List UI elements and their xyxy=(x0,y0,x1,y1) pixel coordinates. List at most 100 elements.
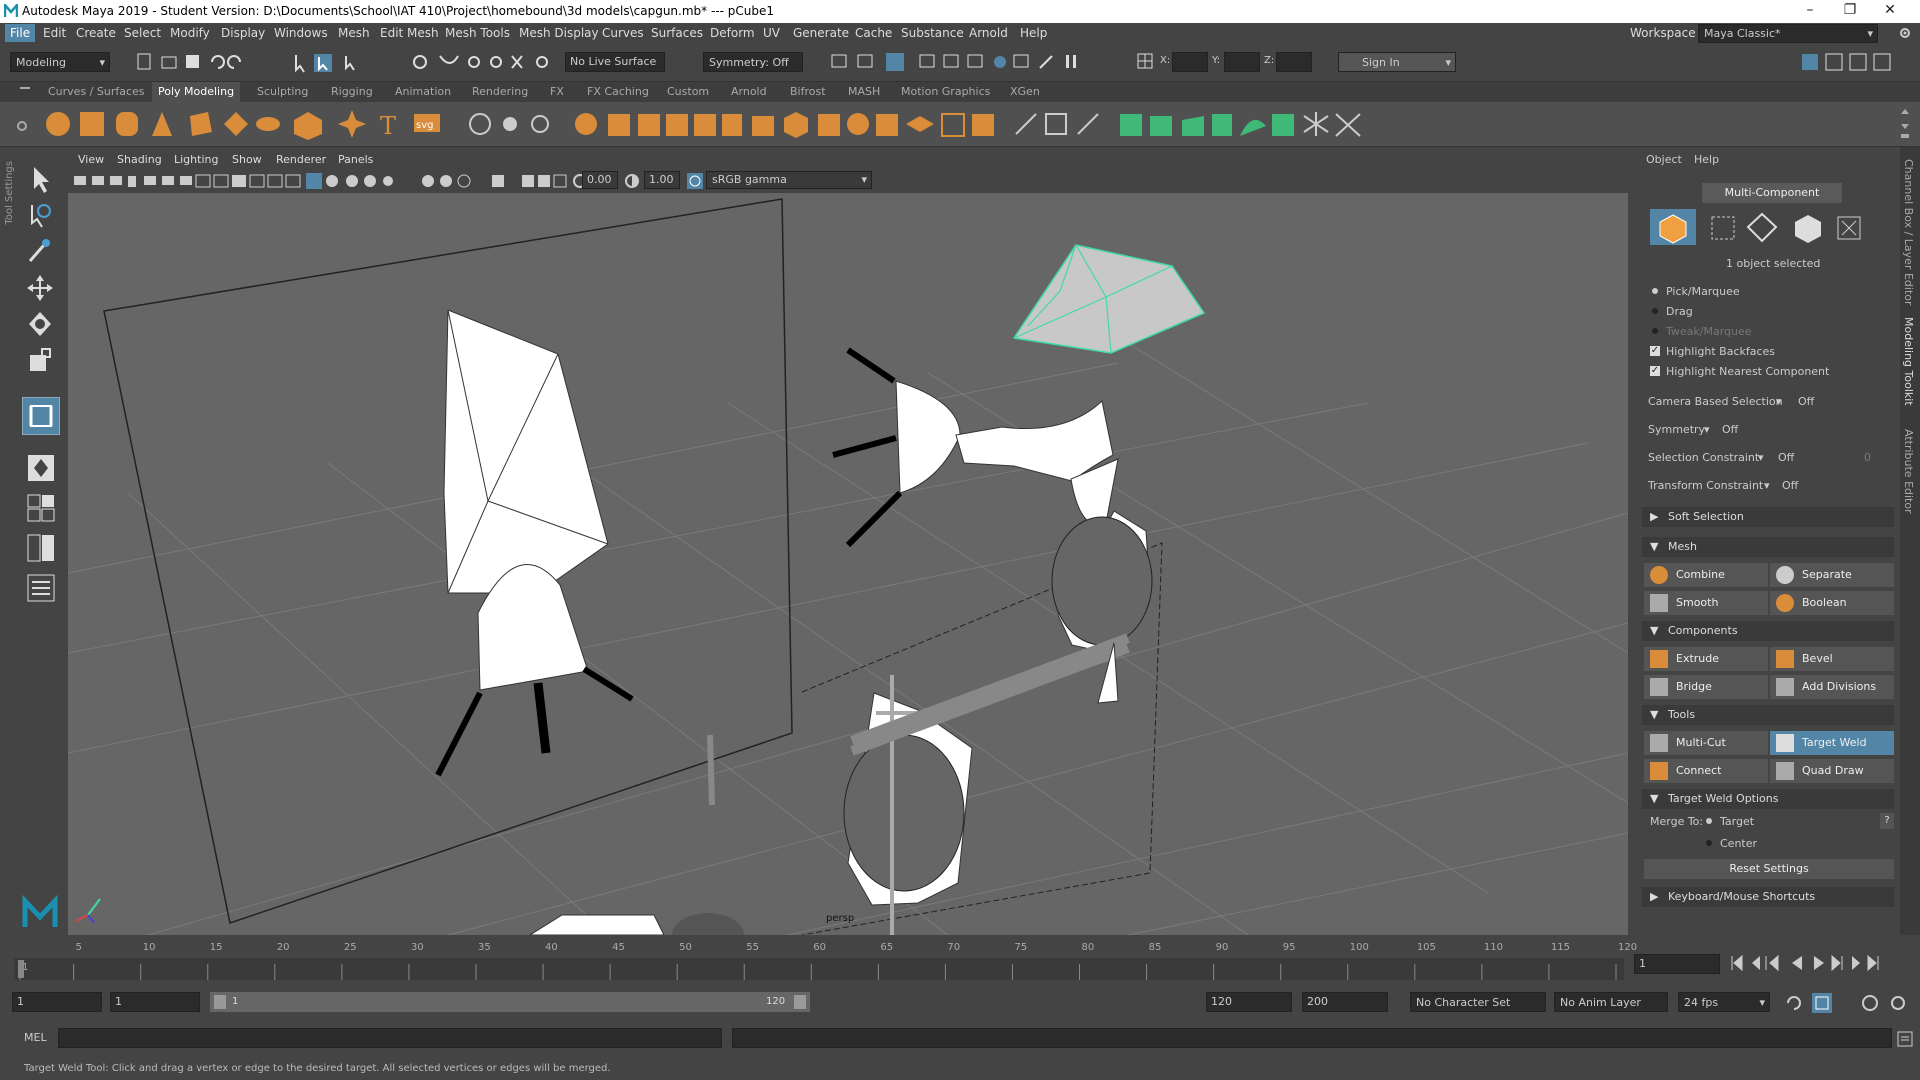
menu-help[interactable]: Help xyxy=(1020,26,1047,40)
tab-sculpting[interactable]: Sculpting xyxy=(257,85,308,98)
character-set-dropdown[interactable]: No Character Set xyxy=(1410,992,1546,1012)
maximize-button[interactable]: ❐ xyxy=(1836,2,1864,20)
x-field[interactable] xyxy=(1172,52,1208,72)
boolean-button[interactable]: Boolean xyxy=(1770,591,1894,615)
rp-menu-help[interactable]: Help xyxy=(1694,153,1719,166)
lasso-tool-icon[interactable] xyxy=(24,201,58,231)
menu-substance[interactable]: Substance xyxy=(901,26,964,40)
channel-box-tab[interactable]: Channel Box / Layer Editor xyxy=(1902,159,1915,306)
mel-label[interactable]: MEL xyxy=(24,1031,47,1044)
menu-mesh[interactable]: Mesh xyxy=(338,26,370,40)
symmetry-label[interactable]: Symmetry xyxy=(1648,423,1705,436)
soft-selection-header[interactable]: ▶ Soft Selection xyxy=(1642,507,1894,527)
rotate-tool-icon[interactable] xyxy=(24,309,58,339)
time-slider[interactable]: 1 1 5 10 15 20 25 30 35 40 45 50 55 60 65 70 75 80 85 90 95… xyxy=(0,940,1920,980)
menu-generate[interactable]: Generate xyxy=(793,26,849,40)
viewport-menu-shading[interactable]: Shading xyxy=(117,153,162,166)
camera-based-selection-label[interactable]: Camera Based Selection xyxy=(1648,395,1783,408)
tab-mash[interactable]: MASH xyxy=(848,85,880,98)
menu-display[interactable]: Display xyxy=(221,26,265,40)
viewport-menu-lighting[interactable]: Lighting xyxy=(174,153,218,166)
workspace-dropdown[interactable]: Maya Classic* ▾ xyxy=(1698,24,1878,43)
menu-deform[interactable]: Deform xyxy=(710,26,755,40)
chevron-down-icon[interactable]: ▾ xyxy=(1764,479,1770,492)
menu-modify[interactable]: Modify xyxy=(170,26,210,40)
chevron-down-icon[interactable]: ▾ xyxy=(1758,451,1764,464)
range-option-icons[interactable] xyxy=(1784,992,1914,1014)
selection-constraint-label[interactable]: Selection Constraint xyxy=(1648,451,1759,464)
target-weld-button[interactable]: Target Weld xyxy=(1770,731,1894,755)
close-button[interactable]: ✕ xyxy=(1876,2,1904,20)
menu-edit[interactable]: Edit xyxy=(43,26,66,40)
menu-file[interactable]: File xyxy=(5,24,36,42)
minimize-button[interactable]: – xyxy=(1796,2,1824,20)
tab-rigging[interactable]: Rigging xyxy=(331,85,373,98)
menu-create[interactable]: Create xyxy=(76,26,116,40)
gear-icon[interactable] xyxy=(1898,26,1912,40)
multi-cut-button[interactable]: Multi-Cut xyxy=(1644,731,1768,755)
multi-component-button[interactable]: Multi-Component xyxy=(1702,183,1842,203)
bevel-button[interactable]: Bevel xyxy=(1770,647,1894,671)
tab-rendering[interactable]: Rendering xyxy=(472,85,528,98)
range-bar[interactable]: 1 120 xyxy=(210,992,810,1012)
help-button[interactable]: ? xyxy=(1880,813,1894,829)
shelf-menu-icon[interactable] xyxy=(20,87,30,89)
extrude-button[interactable]: Extrude xyxy=(1644,647,1768,671)
fps-dropdown[interactable]: 24 fps ▾ xyxy=(1678,992,1770,1012)
add-divisions-button[interactable]: Add Divisions xyxy=(1770,675,1894,699)
viewport-menu-panels[interactable]: Panels xyxy=(338,153,373,166)
scale-tool-icon[interactable] xyxy=(24,345,58,375)
tab-custom[interactable]: Custom xyxy=(667,85,709,98)
viewport-menu-view[interactable]: View xyxy=(78,153,104,166)
tool-settings-tab[interactable]: Tool Settings xyxy=(4,161,15,225)
tab-poly-modeling[interactable]: Poly Modeling xyxy=(152,82,241,102)
menu-surfaces[interactable]: Surfaces xyxy=(651,26,703,40)
tab-fx-caching[interactable]: FX Caching xyxy=(587,85,649,98)
menu-cache[interactable]: Cache xyxy=(855,26,892,40)
merge-center-radio[interactable] xyxy=(1706,840,1712,846)
transform-constraint-label[interactable]: Transform Constraint xyxy=(1648,479,1763,492)
mesh-section-header[interactable]: ▼ Mesh xyxy=(1642,537,1894,557)
paint-select-tool-icon[interactable] xyxy=(24,237,58,267)
single-pane-layout-icon[interactable] xyxy=(26,453,56,483)
move-tool-icon[interactable] xyxy=(24,273,58,303)
tab-arnold[interactable]: Arnold xyxy=(731,85,767,98)
color-space-dropdown[interactable]: sRGB gamma ▾ xyxy=(706,171,872,189)
menu-uv[interactable]: UV xyxy=(763,26,780,40)
reset-settings-button[interactable]: Reset Settings xyxy=(1644,859,1894,879)
scene-canvas[interactable] xyxy=(68,193,1628,935)
merge-target-radio[interactable] xyxy=(1706,818,1712,824)
connect-button[interactable]: Connect xyxy=(1644,759,1768,783)
menu-mesh-display[interactable]: Mesh Display xyxy=(519,26,599,40)
tab-motion-graphics[interactable]: Motion Graphics xyxy=(901,85,990,98)
chevron-down-icon[interactable]: ▾ xyxy=(1776,395,1782,408)
symmetry-dropdown[interactable]: Symmetry: Off xyxy=(703,52,803,72)
y-field[interactable] xyxy=(1224,52,1260,72)
menu-edit-mesh[interactable]: Edit Mesh xyxy=(380,26,439,40)
animation-end-field[interactable]: 200 xyxy=(1302,992,1388,1012)
highlight-backfaces-checkbox[interactable]: ✓ xyxy=(1650,346,1660,356)
chevron-down-icon[interactable]: ▾ xyxy=(1704,423,1710,436)
drag-radio[interactable] xyxy=(1652,308,1658,314)
z-field[interactable] xyxy=(1276,52,1312,72)
tools-section-header[interactable]: ▼ Tools xyxy=(1642,705,1894,725)
tab-bifrost[interactable]: Bifrost xyxy=(790,85,826,98)
script-editor-icon[interactable] xyxy=(1896,1030,1914,1048)
rp-menu-object[interactable]: Object xyxy=(1646,153,1682,166)
panel-layout-icons[interactable] xyxy=(1800,52,1910,74)
gamma-field[interactable]: 1.00 xyxy=(644,171,680,189)
menuset-dropdown[interactable]: Modeling ▾ xyxy=(10,52,110,72)
playback-controls[interactable] xyxy=(1728,952,1918,974)
range-start-handle[interactable] xyxy=(214,995,226,1009)
two-pane-layout-icon[interactable] xyxy=(26,533,56,563)
tab-curves-surfaces[interactable]: Curves / Surfaces xyxy=(48,85,145,98)
snap-icons[interactable] xyxy=(410,52,560,74)
shelf-options-icon[interactable] xyxy=(16,116,28,136)
menu-windows[interactable]: Windows xyxy=(274,26,328,40)
keyboard-shortcuts-header[interactable]: ▶ Keyboard/Mouse Shortcuts xyxy=(1642,887,1894,907)
components-section-header[interactable]: ▼ Components xyxy=(1642,621,1894,641)
bridge-button[interactable]: Bridge xyxy=(1644,675,1768,699)
tab-xgen[interactable]: XGen xyxy=(1010,85,1040,98)
menu-arnold[interactable]: Arnold xyxy=(969,26,1008,40)
component-mode-icons[interactable] xyxy=(1650,209,1890,245)
